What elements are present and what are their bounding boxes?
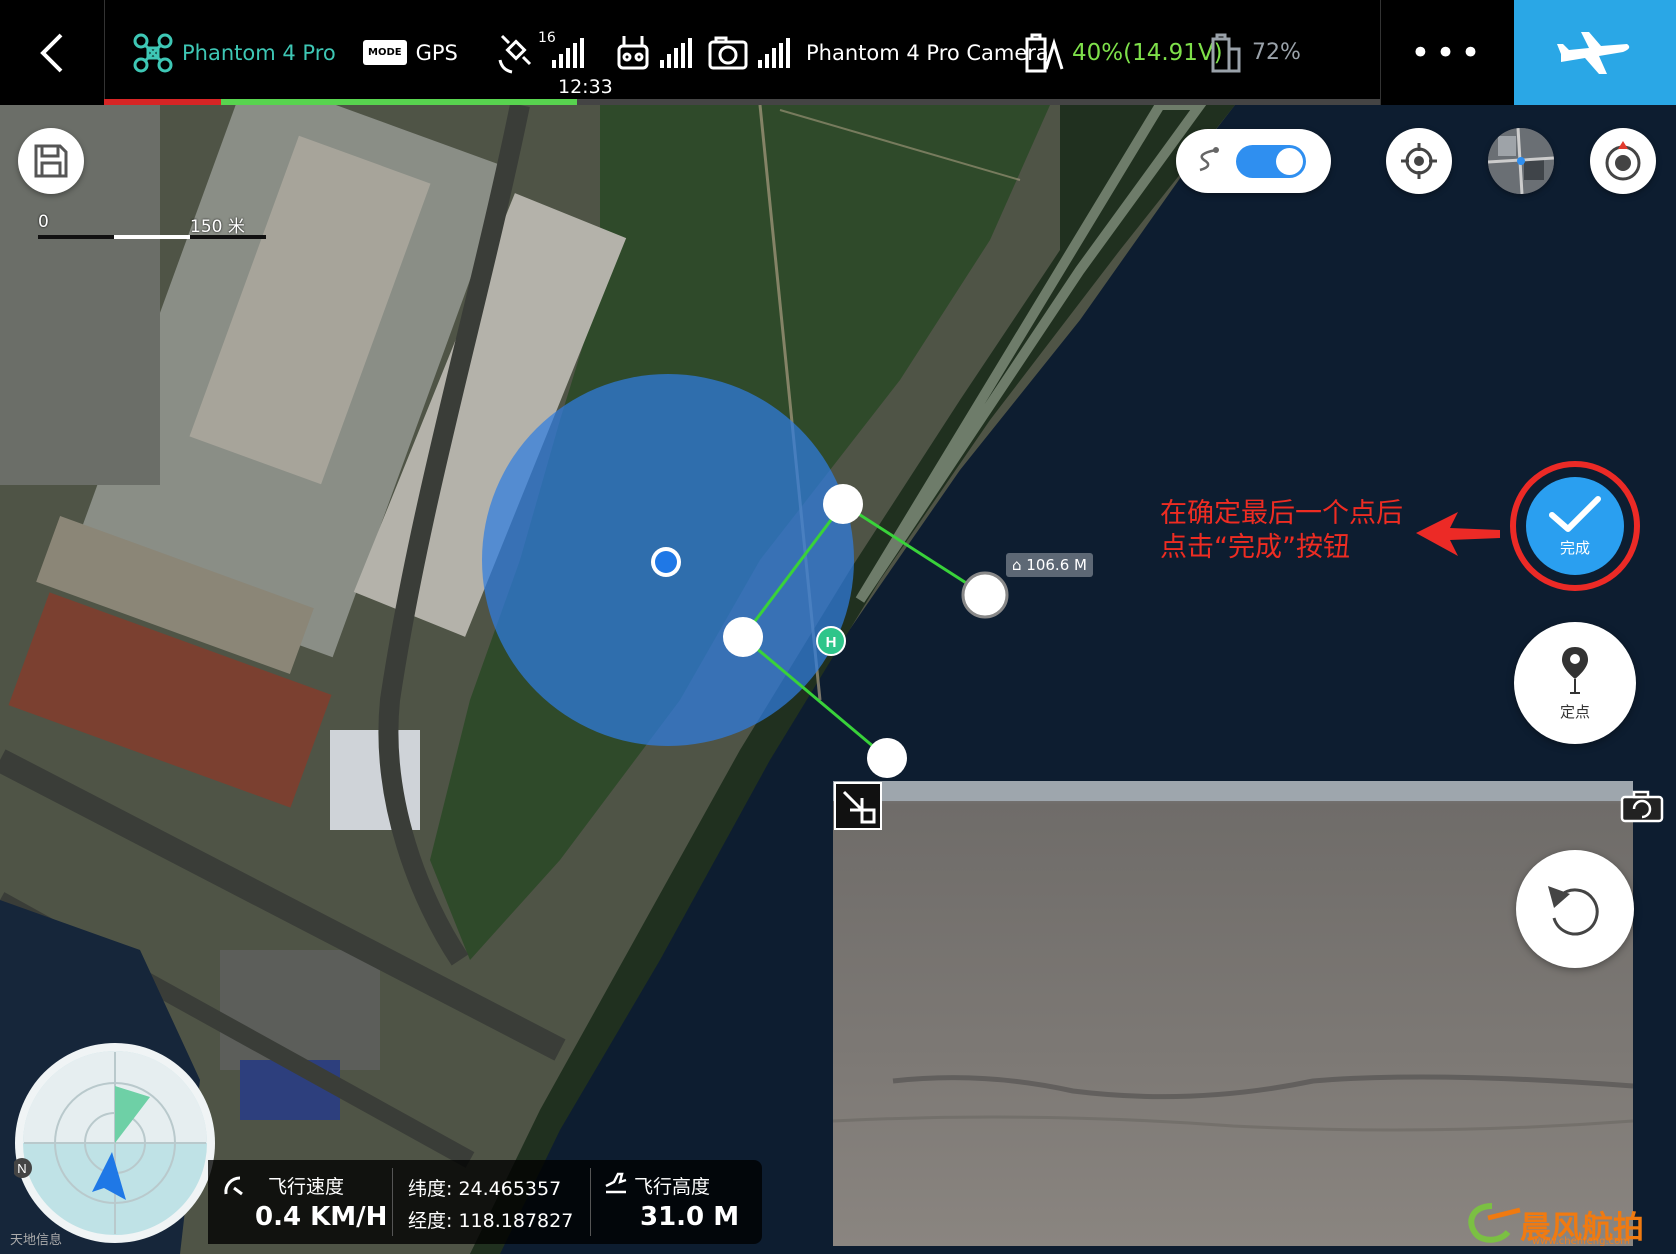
speed-value: 0.4 KM/H — [255, 1202, 388, 1232]
scale-start-label: 0 — [38, 212, 49, 232]
watermark-logo: 晨风航拍 www.chenfeng.com — [1462, 1196, 1670, 1248]
watermark-icon — [1468, 1203, 1521, 1243]
rc-battery-icon — [1211, 33, 1241, 72]
progress-low-battery-segment — [104, 99, 222, 105]
coordinate-block: 纬度: 24.465357 经度: 118.187827 — [394, 1160, 590, 1244]
progress-remaining-segment — [221, 99, 578, 105]
watermark-url: www.chenfeng.com — [1532, 1236, 1631, 1247]
crosshair-icon — [1401, 143, 1437, 179]
altitude-block: 飞行高度 31.0 M — [592, 1160, 762, 1244]
camera-status[interactable]: Phantom 4 Pro Camera — [708, 0, 1049, 105]
expand-button[interactable] — [834, 782, 882, 830]
battery-level: 40%(14.91V) — [1072, 39, 1223, 66]
pin-point-button[interactable]: 定点 — [1514, 622, 1636, 744]
speed-icon — [224, 1176, 243, 1196]
home-distance-value: 106.6 M — [1026, 556, 1087, 574]
longitude-value: 经度: 118.187827 — [408, 1210, 574, 1232]
done-button[interactable]: 完成 — [1526, 477, 1624, 575]
compass-button[interactable] — [1590, 128, 1656, 194]
flight-mode[interactable]: MODE GPS — [363, 0, 458, 105]
rc-battery-level: 72% — [1252, 40, 1301, 65]
mode-value: GPS — [415, 40, 458, 65]
camera-feed — [833, 781, 1633, 1246]
drone-name: Phantom 4 Pro — [182, 40, 336, 65]
pin-point-label: 定点 — [1559, 702, 1590, 721]
rc-signal[interactable] — [616, 0, 694, 105]
waypoint-3[interactable] — [867, 738, 907, 778]
replay-button[interactable] — [1516, 850, 1634, 968]
route-segment — [842, 502, 986, 597]
speed-label: 飞行速度 — [268, 1176, 345, 1198]
waypoint-1[interactable] — [823, 484, 863, 524]
camera-icon — [708, 36, 748, 69]
scale-line-segment — [114, 235, 190, 239]
save-button[interactable] — [18, 128, 84, 194]
rc-battery[interactable]: 72% — [1210, 0, 1301, 105]
replay-icon — [1548, 886, 1599, 936]
satellite-icon — [498, 34, 532, 73]
telemetry-divider — [392, 1168, 393, 1236]
telemetry-divider — [590, 1168, 591, 1236]
gps-signal-bars-icon — [552, 37, 584, 68]
route-mode-toggle[interactable] — [1176, 129, 1331, 193]
drone-status[interactable]: Phantom 4 Pro — [132, 0, 336, 105]
more-button[interactable]: ••• — [1380, 0, 1515, 105]
waypoint-4[interactable] — [961, 571, 1009, 619]
home-marker-label: H — [826, 634, 837, 651]
chevron-left-icon — [40, 33, 63, 72]
battery-icon — [1025, 33, 1064, 72]
remote-controller-icon — [617, 35, 649, 69]
aircraft-battery[interactable]: 40%(14.91V) — [1024, 0, 1223, 105]
map-layer-button[interactable] — [1488, 128, 1554, 194]
flight-progress-bar — [104, 99, 1380, 105]
toggle-switch[interactable] — [1236, 145, 1306, 178]
telemetry-panel: 飞行速度 0.4 KM/H 纬度: 24.465357 经度: 118.1878… — [208, 1160, 762, 1244]
map-thumbnail-icon — [1488, 128, 1554, 194]
attitude-radar: N — [14, 1043, 215, 1243]
annotation-line-2: 点击“完成”按钮 — [1160, 532, 1350, 563]
speed-block: 飞行速度 0.4 KM/H — [208, 1160, 390, 1244]
toggle-knob — [1276, 148, 1303, 175]
compass-icon — [1605, 141, 1641, 181]
camera-switch-icon[interactable] — [1620, 789, 1664, 823]
camera-name: Phantom 4 Pro Camera — [806, 40, 1049, 65]
map-credit: 天地信息 — [10, 1233, 63, 1248]
scale-bar: 0 150 米 — [38, 212, 268, 242]
annotation-arrow-icon — [1416, 512, 1500, 556]
flight-time: 12:33 — [558, 76, 613, 98]
home-distance-label: ⌂ 106.6 M — [1006, 553, 1093, 577]
waypoint-2[interactable] — [723, 617, 763, 657]
back-button[interactable] — [0, 0, 105, 105]
poi-marker[interactable] — [655, 551, 677, 573]
camera-preview[interactable] — [833, 781, 1633, 1246]
save-icon — [34, 144, 68, 178]
done-label: 完成 — [1559, 538, 1590, 557]
expand-icon — [842, 790, 876, 824]
gps-satellite-count: 16 — [538, 30, 556, 46]
rc-signal-bars-icon — [660, 37, 692, 68]
check-icon — [1549, 495, 1601, 532]
radar-north-label: N — [17, 1161, 26, 1176]
altitude-icon — [605, 1172, 627, 1194]
annotation-line-1: 在确定最后一个点后 — [1160, 498, 1403, 529]
mode-badge: MODE — [363, 40, 407, 65]
locate-button[interactable] — [1386, 128, 1452, 194]
altitude-value: 31.0 M — [640, 1202, 740, 1232]
airplane-icon — [1557, 31, 1630, 74]
altitude-label: 飞行高度 — [634, 1176, 711, 1198]
latitude-value: 纬度: 24.465357 — [408, 1178, 562, 1200]
video-signal-bars-icon — [758, 37, 790, 68]
tutorial-annotation: 在确定最后一个点后 点击“完成”按钮 — [1160, 497, 1420, 565]
drone-icon — [133, 33, 173, 72]
takeoff-button[interactable] — [1514, 0, 1676, 105]
route-icon — [1199, 147, 1219, 172]
map-pin-icon — [1562, 646, 1588, 694]
status-bar: Phantom 4 Pro MODE GPS 16 12:33 Phantom … — [0, 0, 1676, 105]
scale-end-label: 150 米 — [190, 217, 245, 237]
